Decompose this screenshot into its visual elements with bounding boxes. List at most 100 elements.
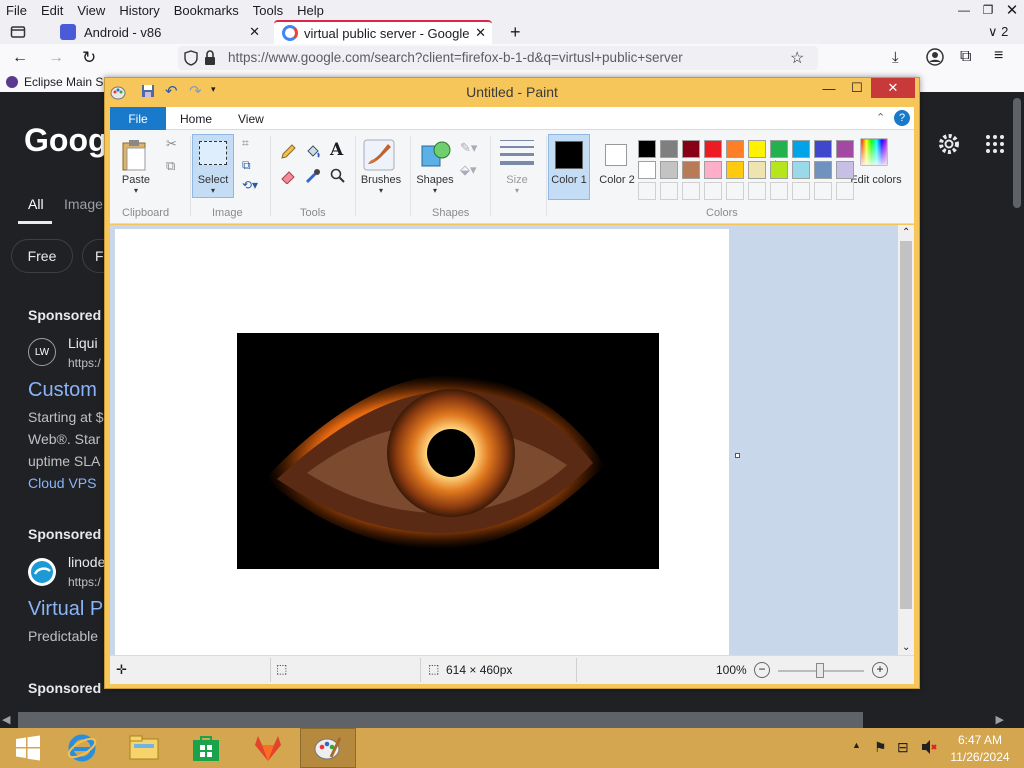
palette-custom-slot[interactable] <box>770 182 788 200</box>
palette-swatch[interactable] <box>770 161 788 179</box>
fill-bucket-icon[interactable] <box>305 144 321 160</box>
file-tab[interactable]: File <box>110 107 166 130</box>
tab-close-icon[interactable]: ✕ <box>249 24 260 40</box>
crop-icon[interactable]: ⌗ <box>242 136 249 151</box>
back-arrow-icon[interactable]: ← <box>12 49 28 67</box>
menu-bookmarks[interactable]: Bookmarks <box>174 3 239 18</box>
outline-icon[interactable]: ✎▾ <box>460 140 477 156</box>
scroll-down-icon[interactable]: ⌄ <box>902 642 910 653</box>
volume-muted-icon[interactable] <box>920 738 938 756</box>
canvas-resize-handle[interactable] <box>735 453 740 458</box>
clock-time[interactable]: 6:47 AM <box>950 733 1010 747</box>
palette-swatch[interactable] <box>726 140 744 158</box>
downloads-icon[interactable]: ⤓ <box>892 49 899 66</box>
tab-images[interactable]: Image <box>64 196 103 212</box>
paint-minimize-button[interactable]: — <box>815 78 843 98</box>
restore-button[interactable]: ❐ <box>976 0 1000 20</box>
apps-grid-icon[interactable] <box>985 134 1005 154</box>
scroll-right-icon[interactable]: ▶ <box>996 713 1004 726</box>
reload-icon[interactable]: ↻ <box>82 48 96 68</box>
palette-swatch[interactable] <box>748 140 766 158</box>
palette-swatch[interactable] <box>792 140 810 158</box>
ad-title[interactable]: Virtual P <box>28 598 103 621</box>
scroll-thumb[interactable] <box>900 241 912 609</box>
palette-swatch[interactable] <box>704 161 722 179</box>
size-icon[interactable] <box>500 138 534 165</box>
paint-maximize-button[interactable]: ☐ <box>843 78 871 98</box>
eraser-icon[interactable] <box>280 168 296 184</box>
bookmark-eclipse[interactable]: Eclipse Main S <box>24 75 103 89</box>
palette-swatch[interactable] <box>836 161 854 179</box>
ad-site-name[interactable]: linode <box>68 554 105 570</box>
url-text[interactable]: https://www.google.com/search?client=fir… <box>228 50 683 65</box>
palette-swatch[interactable] <box>682 140 700 158</box>
palette-swatch[interactable] <box>682 161 700 179</box>
palette-swatch[interactable] <box>638 140 656 158</box>
copy-icon[interactable]: ⧉ <box>166 158 175 174</box>
scroll-up-icon[interactable]: ⌃ <box>902 227 910 238</box>
palette-custom-slot[interactable] <box>638 182 656 200</box>
page-scrollbar[interactable] <box>1010 92 1024 728</box>
tab-overflow-button[interactable]: ∨ 2 <box>988 24 1008 40</box>
drawing-canvas[interactable] <box>115 229 729 655</box>
palette-swatch[interactable] <box>792 161 810 179</box>
scroll-left-icon[interactable]: ◀ <box>2 713 10 726</box>
menu-view[interactable]: View <box>77 3 105 18</box>
bookmark-star-icon[interactable]: ☆ <box>790 48 804 68</box>
internet-explorer-icon[interactable] <box>54 728 110 768</box>
palette-custom-slot[interactable] <box>836 182 854 200</box>
color1-button[interactable] <box>548 134 590 200</box>
color2-button[interactable] <box>596 134 638 200</box>
menu-file[interactable]: File <box>6 3 27 18</box>
start-button[interactable] <box>0 728 56 768</box>
select-dropdown-icon[interactable]: ▾ <box>192 186 234 195</box>
cut-icon[interactable]: ✂ <box>166 136 177 152</box>
palette-swatch[interactable] <box>748 161 766 179</box>
edit-colors-icon[interactable] <box>860 138 888 166</box>
google-logo[interactable]: Googl <box>24 122 116 159</box>
home-tab[interactable]: Home <box>180 112 212 126</box>
ad-site-name[interactable]: Liqui <box>68 335 98 351</box>
palette-swatch[interactable] <box>814 161 832 179</box>
paste-button[interactable] <box>120 138 150 172</box>
palette-swatch[interactable] <box>660 161 678 179</box>
magnifier-icon[interactable] <box>330 168 346 184</box>
pencil-icon[interactable] <box>280 144 296 160</box>
paste-dropdown-icon[interactable]: ▾ <box>112 186 160 195</box>
menu-tools[interactable]: Tools <box>253 3 283 18</box>
store-icon[interactable] <box>178 728 234 768</box>
hamburger-menu-icon[interactable]: ≡ <box>994 47 1003 65</box>
menu-history[interactable]: History <box>119 3 159 18</box>
extensions-icon[interactable]: ⧉ <box>960 48 971 66</box>
palette-swatch[interactable] <box>836 140 854 158</box>
settings-gear-icon[interactable] <box>937 132 961 156</box>
menu-help[interactable]: Help <box>297 3 324 18</box>
brushes-icon[interactable] <box>362 138 396 172</box>
gitlab-icon[interactable] <box>240 728 296 768</box>
tray-overflow-icon[interactable]: ▲ <box>852 740 861 750</box>
help-icon[interactable]: ? <box>894 110 910 126</box>
collapse-ribbon-icon[interactable]: ⌃ <box>876 111 885 124</box>
paint-close-button[interactable]: ✕ <box>871 78 915 98</box>
palette-custom-slot[interactable] <box>748 182 766 200</box>
palette-custom-slot[interactable] <box>792 182 810 200</box>
palette-custom-slot[interactable] <box>660 182 678 200</box>
tab-android[interactable]: Android - v86 ✕ <box>52 20 266 44</box>
palette-swatch[interactable] <box>814 140 832 158</box>
lock-icon[interactable] <box>204 50 216 66</box>
ad-title[interactable]: Custom <box>28 379 97 402</box>
palette-custom-slot[interactable] <box>704 182 722 200</box>
paint-taskbar-icon[interactable] <box>300 728 356 768</box>
url-bar[interactable]: https://www.google.com/search?client=fir… <box>178 46 818 70</box>
action-center-flag-icon[interactable]: ⚑ <box>874 739 887 756</box>
palette-swatch[interactable] <box>704 140 722 158</box>
palette-swatch[interactable] <box>638 161 656 179</box>
brushes-dropdown-icon[interactable]: ▾ <box>356 186 406 195</box>
color-picker-icon[interactable] <box>305 168 321 184</box>
palette-custom-slot[interactable] <box>814 182 832 200</box>
account-icon[interactable] <box>926 48 944 66</box>
shapes-icon[interactable] <box>418 138 452 172</box>
shield-icon[interactable] <box>184 50 198 66</box>
tab-google-search[interactable]: virtual public server - Google Se ✕ <box>274 20 492 44</box>
size-dropdown-icon[interactable]: ▾ <box>492 186 542 195</box>
